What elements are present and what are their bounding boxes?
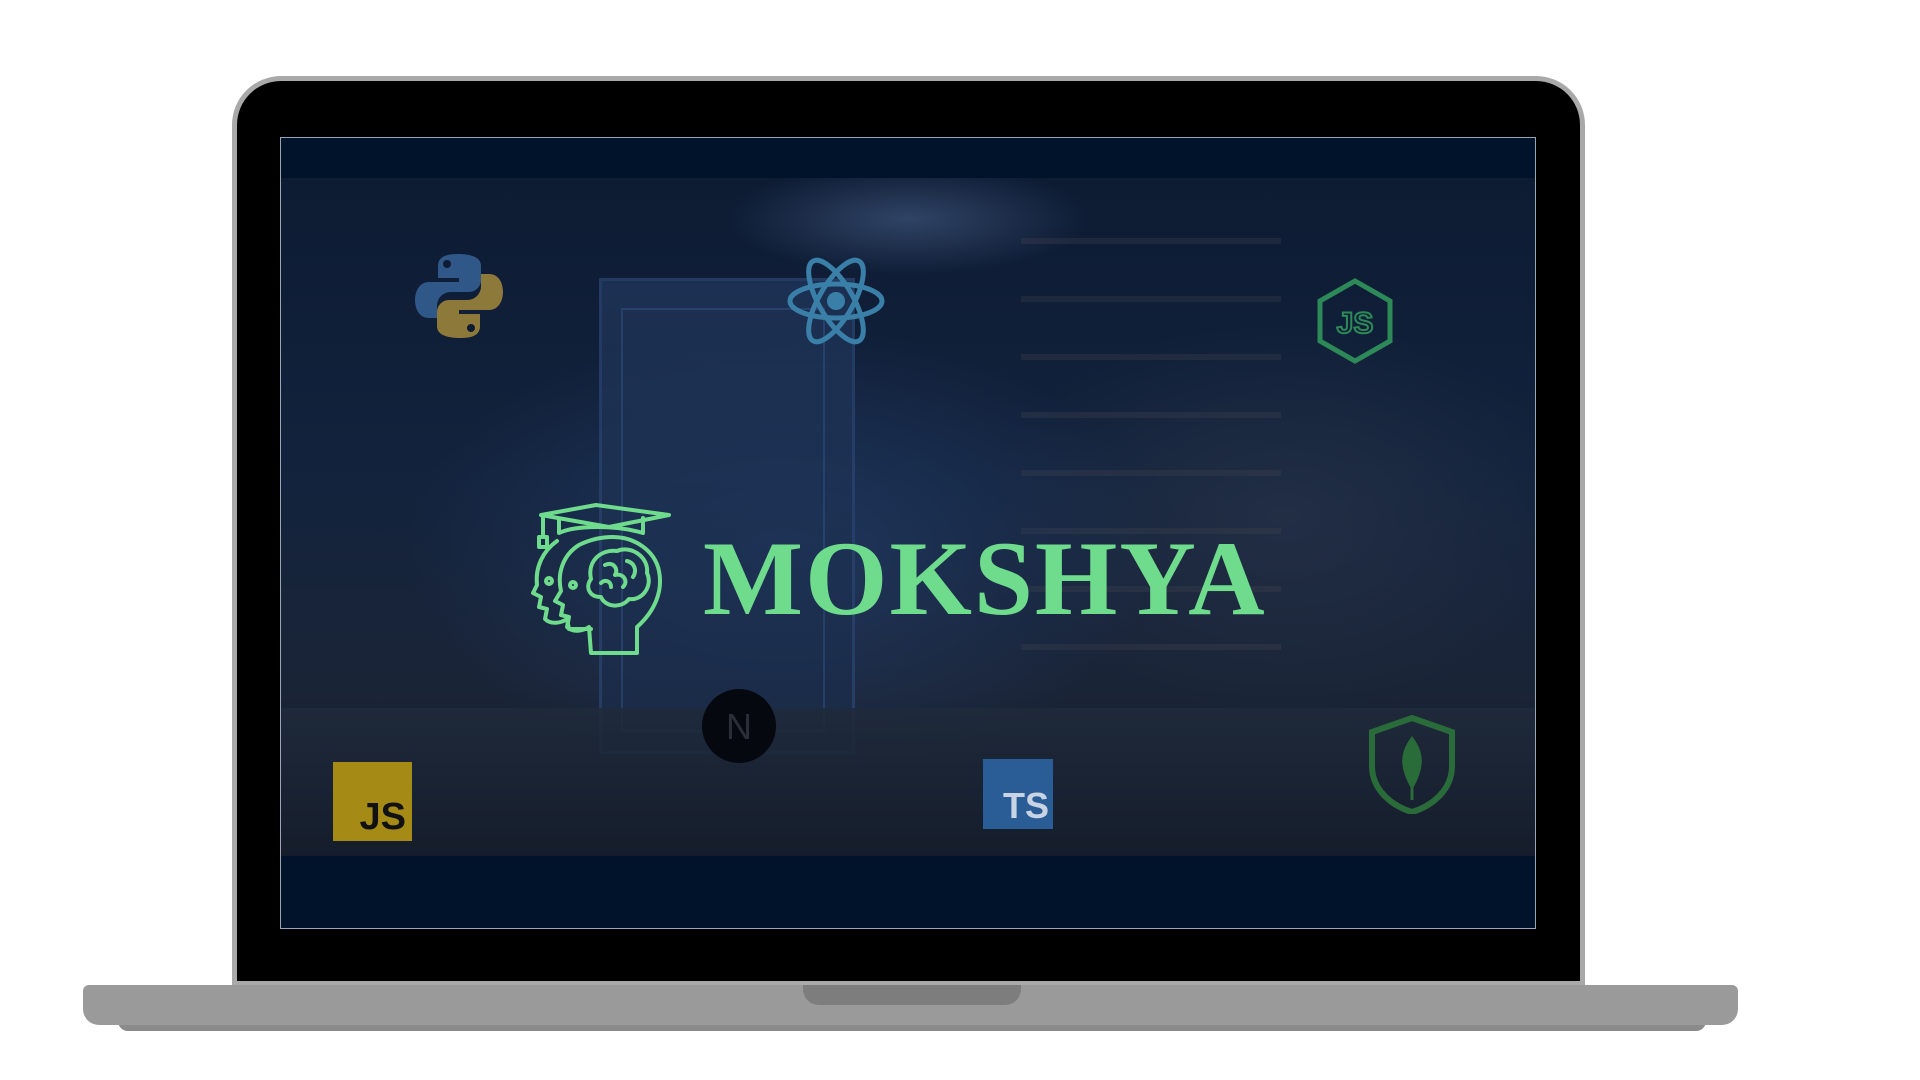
mongodb-icon <box>1369 714 1455 814</box>
typescript-icon: TS <box>983 759 1053 829</box>
brand-logo: MOKSHYA <box>521 501 1267 656</box>
javascript-label: JS <box>359 796 406 838</box>
laptop-hinge-notch <box>803 985 1021 1005</box>
laptop-display: JS N JS TS MOKSHYA <box>280 137 1536 929</box>
background-scene: JS N JS TS MOKSHYA <box>281 178 1535 856</box>
react-icon <box>787 257 885 345</box>
nextjs-label: N <box>726 706 752 747</box>
brand-name: MOKSHYA <box>703 519 1267 637</box>
scene-floor <box>281 708 1535 856</box>
display-top-band <box>281 138 1535 178</box>
nodejs-label: JS <box>1337 307 1374 340</box>
javascript-icon: JS <box>333 762 412 841</box>
graduate-head-brain-icon <box>531 503 671 655</box>
nodejs-icon: JS <box>1317 278 1393 364</box>
python-icon <box>415 254 503 338</box>
stage: JS N JS TS MOKSHYA <box>0 0 1920 1080</box>
display-bottom-band <box>281 856 1535 928</box>
nextjs-icon: N <box>702 689 776 763</box>
typescript-label: TS <box>1002 785 1049 826</box>
